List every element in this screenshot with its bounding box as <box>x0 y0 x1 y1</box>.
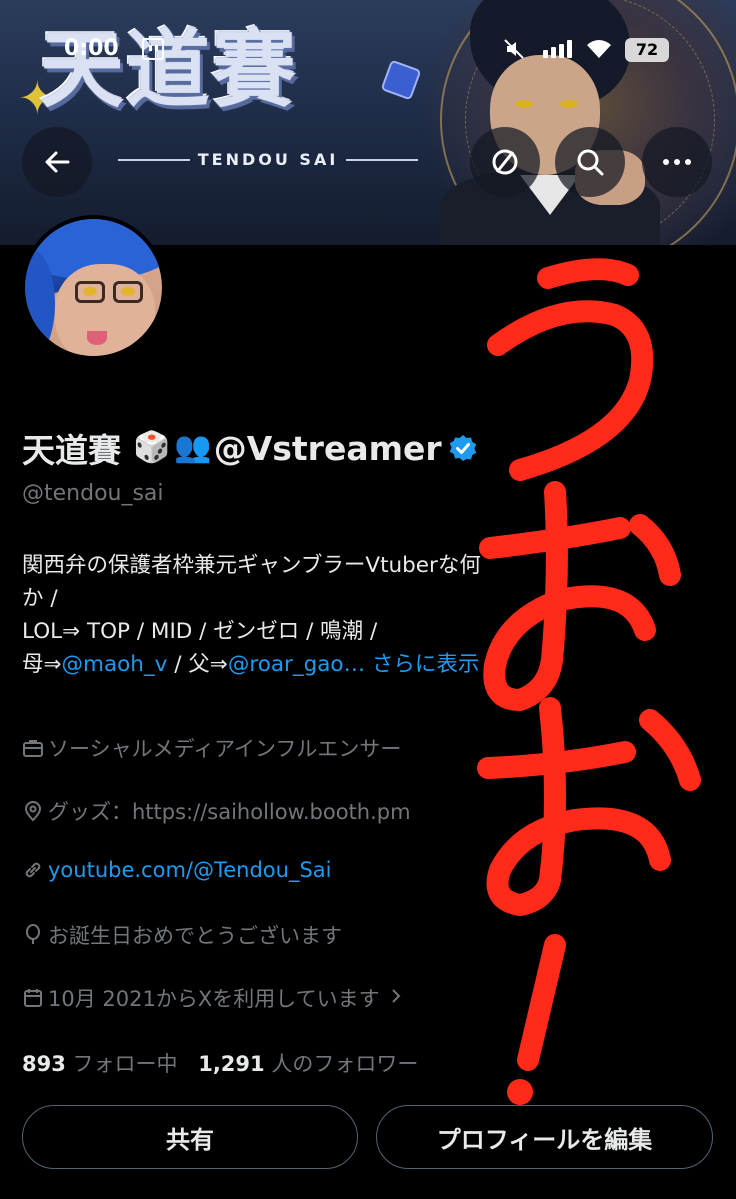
banner-logo-subtitle-row: TENDOU SAI <box>118 150 419 169</box>
more-icon <box>662 158 692 166</box>
bio-line: 関西弁の保護者枠兼元ギャンブラーVtuberな何 <box>22 549 722 582</box>
birthday-text: お誕生日おめでとうございます <box>48 924 342 948</box>
display-name-suffix: @Vstreamer <box>213 428 442 468</box>
wifi-icon <box>586 38 612 60</box>
banner-logo-subtitle: TENDOU SAI <box>197 150 339 169</box>
followers-count: 1,291 <box>198 1052 265 1076</box>
briefcase-icon <box>22 737 44 759</box>
profile-bio: 関西弁の保護者枠兼元ギャンブラーVtuberな何 か / LOL⇒ TOP / … <box>22 549 722 681</box>
bio-line: LOL⇒ TOP / MID / ゼンゼロ / 鳴潮 / <box>22 619 378 644</box>
avatar-tongue <box>87 331 107 345</box>
category-text: ソーシャルメディアインフルエンサー <box>48 737 402 761</box>
mute-icon <box>503 38 525 60</box>
share-button[interactable]: 共有 <box>22 1105 358 1169</box>
follow-stats: 893 フォロー中 1,291 人のフォロワー <box>22 1048 418 1078</box>
divider <box>346 158 419 161</box>
show-more-link[interactable]: さらに表示 <box>365 652 480 677</box>
calendar-icon <box>22 987 44 1009</box>
website-link[interactable]: youtube.com/@Tendou_Sai <box>48 858 332 882</box>
following-count: 893 <box>22 1052 66 1076</box>
display-name-row: 天道賽 🎲 👥 @Vstreamer <box>22 426 478 470</box>
chevron-right-icon <box>390 986 402 1010</box>
link-icon <box>22 859 44 881</box>
location-text: グッズ：https://saihollow.booth.pm <box>48 800 411 824</box>
joined-row[interactable]: 10月 2021からXを利用しています <box>22 983 402 1013</box>
more-button[interactable] <box>642 127 712 197</box>
location-row: グッズ：https://saihollow.booth.pm <box>22 796 411 826</box>
following-link[interactable]: 893 フォロー中 <box>22 1052 178 1076</box>
bio-line: 母⇒@maoh_v / 父⇒@roar_gao… さらに表示 <box>22 648 722 681</box>
avatar-eye <box>83 287 97 296</box>
banner-character-eye <box>515 100 533 108</box>
dice-emoji: 🎲 <box>133 430 171 465</box>
mention-link[interactable]: @roar_gao… <box>228 652 365 677</box>
followers-link[interactable]: 1,291 人のフォロワー <box>198 1052 418 1076</box>
display-name: 天道賽 <box>22 431 121 470</box>
category-row: ソーシャルメディアインフルエンサー <box>22 733 401 763</box>
avatar-image <box>25 219 162 356</box>
location-pin-icon <box>22 800 44 822</box>
block-button[interactable] <box>470 127 540 197</box>
mention-link[interactable]: @maoh_v <box>62 652 168 677</box>
search-icon <box>574 146 606 178</box>
people-emoji: 👥 <box>174 430 212 465</box>
search-button[interactable] <box>555 127 625 197</box>
followers-label: 人のフォロワー <box>264 1052 419 1076</box>
avatar-eye <box>121 287 135 296</box>
back-arrow-icon <box>42 147 72 177</box>
back-button[interactable] <box>22 127 92 197</box>
banner-character-eye <box>560 100 578 108</box>
twitch-notification-icon <box>142 38 164 60</box>
birthday-row: お誕生日おめでとうございます <box>22 920 342 950</box>
bio-line: か / <box>22 586 58 611</box>
battery-indicator: 72 <box>625 38 669 62</box>
bio-text-hidden: erな何 <box>415 553 481 578</box>
no-entry-icon <box>489 146 521 178</box>
handle: @tendou_sai <box>22 481 164 506</box>
signal-icon <box>543 40 573 58</box>
edit-profile-button[interactable]: プロフィールを編集 <box>376 1105 713 1169</box>
avatar[interactable] <box>21 215 166 360</box>
status-time: 0:00 <box>64 36 119 61</box>
following-label: フォロー中 <box>65 1052 178 1076</box>
bio-text: / 父⇒ <box>167 652 228 677</box>
bio-text: 母⇒ <box>22 652 62 677</box>
bio-text: 関西弁の保護者枠兼元ギャンブラーVtub <box>22 553 416 578</box>
joined-text: 10月 2021からXを利用しています <box>48 987 380 1011</box>
balloon-icon <box>22 924 44 946</box>
website-row[interactable]: youtube.com/@Tendou_Sai <box>22 858 332 882</box>
divider <box>118 158 190 161</box>
verified-badge-icon[interactable] <box>448 433 478 463</box>
status-bar: 0:00 72 <box>0 36 736 66</box>
